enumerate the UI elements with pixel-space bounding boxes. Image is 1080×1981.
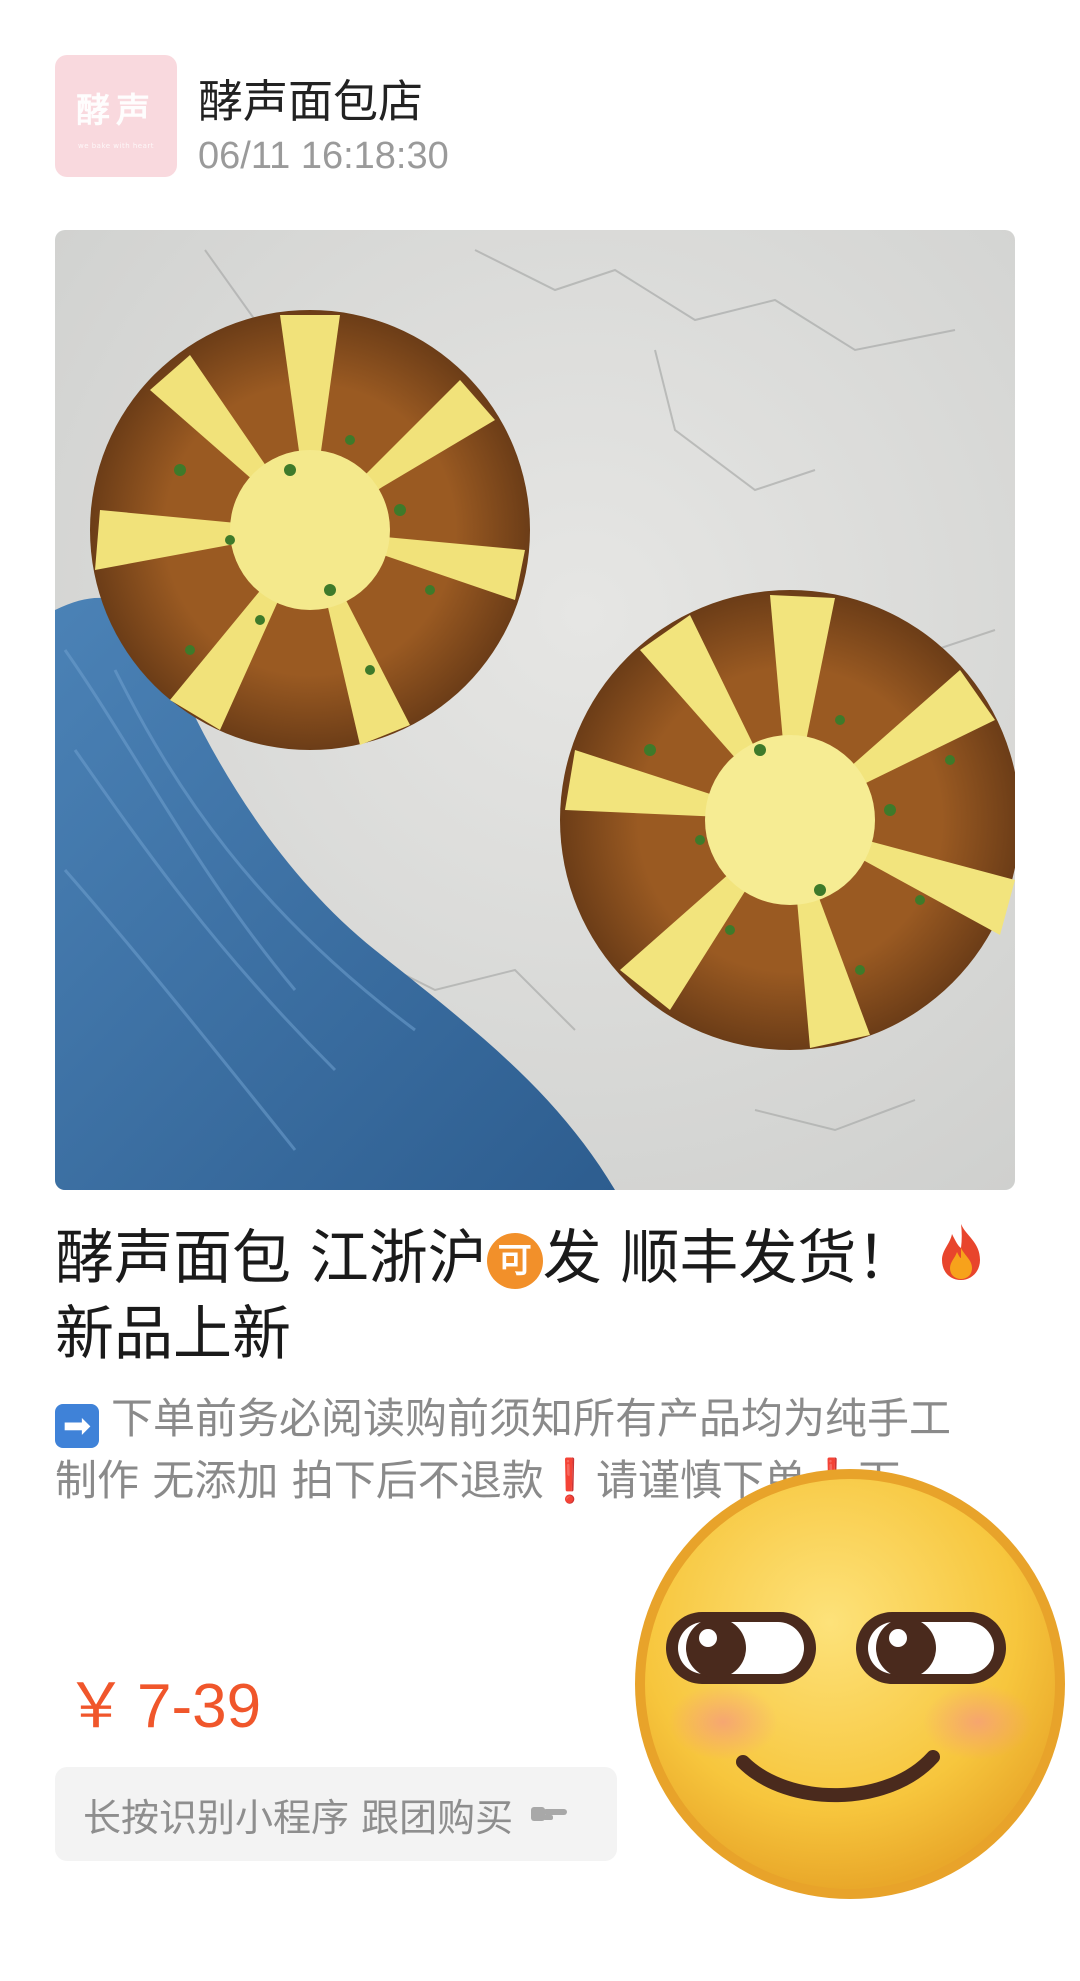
currency-symbol: ￥ — [65, 1672, 128, 1741]
shop-name[interactable]: 酵声面包店 — [198, 65, 423, 130]
title-text-part1: 酵声面包 江浙沪 — [55, 1223, 487, 1292]
post-title: 酵声面包 江浙沪可发 顺丰发货！ 新品上新 — [55, 1220, 1035, 1372]
fire-icon — [942, 1224, 981, 1280]
smirk-emoji-icon — [635, 1469, 1065, 1899]
post-header: 酵声 we bake with heart 酵声面包店 06/11 16:18:… — [55, 55, 1025, 180]
mini-program-button[interactable]: 长按识别小程序 跟团购买 — [55, 1767, 617, 1861]
pointing-hand-icon — [531, 1807, 568, 1821]
shop-avatar[interactable]: 酵声 we bake with heart — [55, 55, 177, 177]
desc-line1: 下单前务必阅读购前须知所有产品均为纯手工 — [111, 1394, 952, 1443]
post-timestamp: 06/11 16:18:30 — [198, 135, 449, 177]
avatar-logo-subtext: we bake with heart — [77, 141, 155, 150]
title-text-line2: 新品上新 — [55, 1299, 292, 1368]
price-value: 7-39 — [137, 1672, 262, 1741]
price-range: ￥ 7-39 — [65, 1655, 261, 1745]
product-photo[interactable] — [55, 230, 1015, 1190]
avatar-logo-text: 酵声 — [76, 90, 156, 131]
title-text-part2: 发 顺丰发货！ — [542, 1223, 916, 1292]
desc-line2-part1: 制作 无添加 拍下后不退款 — [55, 1456, 544, 1505]
mini-program-label: 长按识别小程序 跟团购买 — [83, 1795, 514, 1840]
ke-badge-icon: 可 — [486, 1233, 543, 1289]
garlic-cheese-bread-photo — [55, 230, 1015, 1190]
exclamation-icon: ❗ — [543, 1456, 596, 1505]
right-arrow-icon: ➡ — [55, 1404, 99, 1448]
